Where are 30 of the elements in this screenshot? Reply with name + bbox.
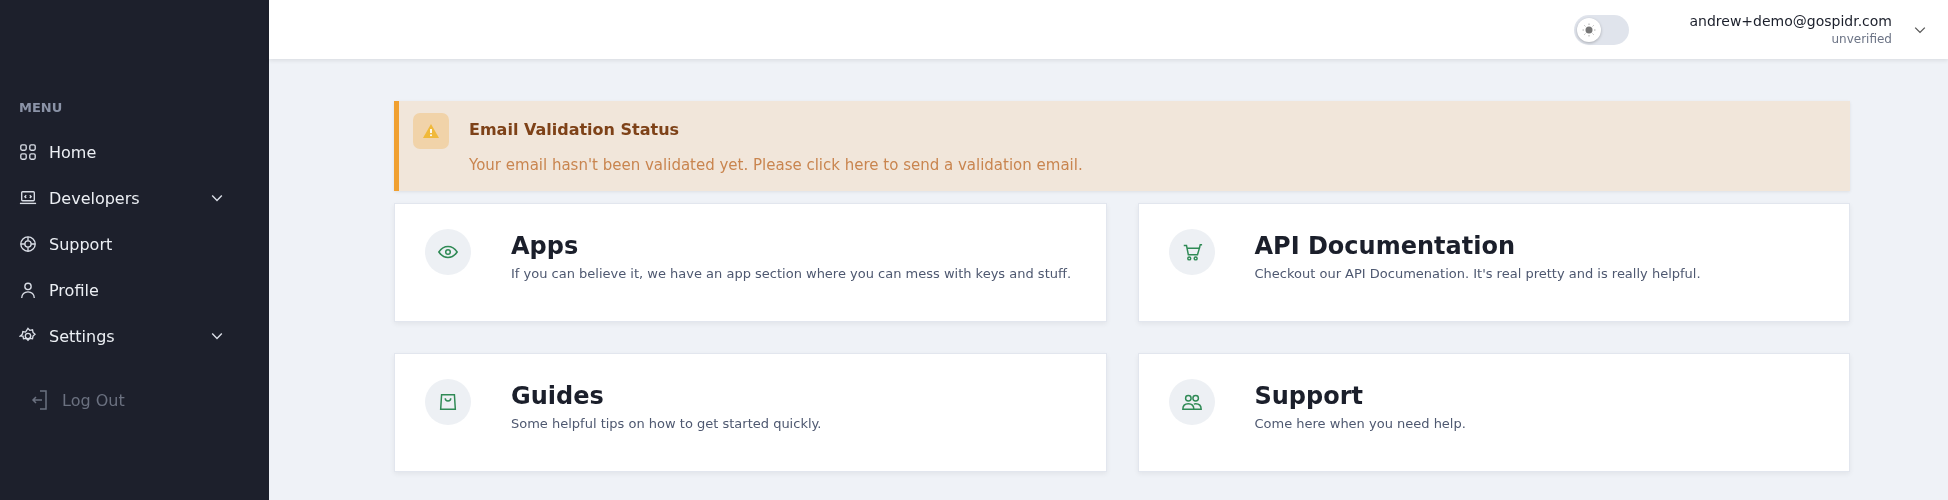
feature-card[interactable]: Support Come here when you need help. — [1137, 353, 1850, 472]
sidebar-item[interactable]: Settings — [0, 313, 269, 359]
grid-icon — [19, 143, 37, 161]
warning-icon — [413, 113, 449, 149]
laptop-icon — [19, 189, 37, 207]
sidebar-item[interactable]: Profile — [0, 267, 269, 313]
user-email: andrew+demo@gospidr.com — [1689, 13, 1892, 29]
card-title: API Documentation — [1254, 232, 1516, 260]
card-title: Guides — [511, 382, 605, 410]
card-description: If you can believe it, we have an app section where you can mess with keys and stuff. — [511, 266, 1072, 281]
card-description: Checkout our API Documenation. It's real pretty and is really helpful. — [1254, 266, 1701, 281]
card-title: Support — [1254, 382, 1365, 410]
theme-toggle[interactable] — [1574, 14, 1630, 45]
feature-card[interactable]: API Documentation Checkout our API Documenation. It's real pretty and is really helpful. — [1137, 203, 1850, 322]
logout-icon — [30, 389, 50, 411]
user-status: unverified — [1831, 32, 1892, 46]
sun-icon — [1582, 22, 1597, 37]
sidebar-item[interactable]: Support — [0, 221, 269, 267]
card-description: Come here when you need help. — [1254, 416, 1466, 431]
bag-icon — [437, 391, 459, 413]
card-description: Some helpful tips on how to get started quickly. — [511, 416, 822, 431]
feature-card[interactable]: Apps If you can believe it, we have an app section where you can mess with keys and stuff. — [394, 203, 1107, 322]
lifebuoy-icon — [19, 235, 37, 253]
alert-title: Email Validation Status — [469, 120, 681, 139]
sidebar-item[interactable]: Home — [0, 129, 269, 175]
feature-card[interactable]: Guides Some helpful tips on how to get started quickly. — [394, 353, 1107, 472]
card-title: Apps — [511, 232, 580, 260]
person-icon — [19, 281, 37, 299]
sidebar-item[interactable]: Developers — [0, 175, 269, 221]
menu-heading: MENU — [19, 100, 63, 115]
